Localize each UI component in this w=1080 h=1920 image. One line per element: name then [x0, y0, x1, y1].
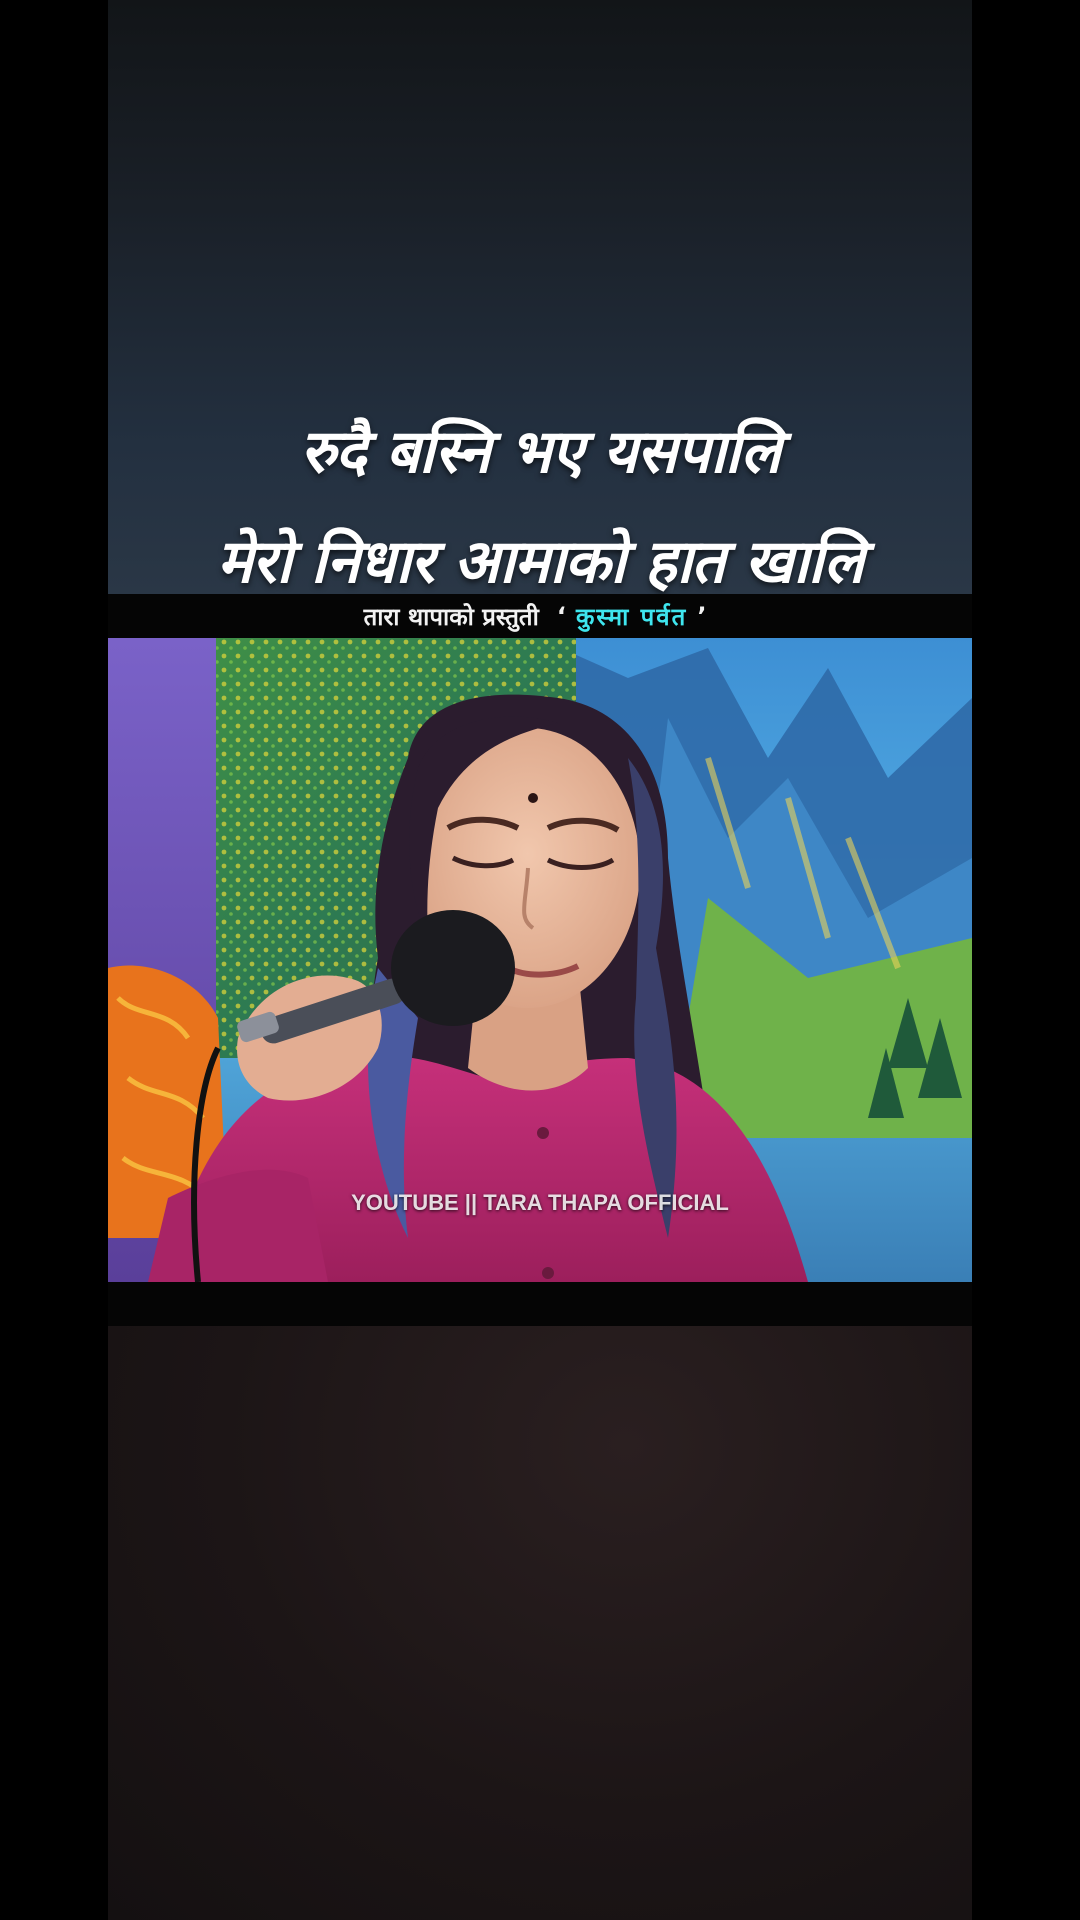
video-frame-image: [108, 638, 972, 1282]
lyrics-panel: रुदै बस्नि भए यसपालि मेरो निधार आमाको हा…: [108, 0, 972, 597]
short-video-frame[interactable]: रुदै बस्नि भए यसपालि मेरो निधार आमाको हा…: [108, 0, 972, 1920]
close-quote: ʼ: [697, 602, 707, 630]
presenter-caption: तारा थापाको प्रस्तुती ʻ कुस्मा पर्वत ʼ: [108, 594, 972, 638]
bottom-blank-panel: [108, 1326, 972, 1920]
artist-name: कुस्मा पर्वत: [575, 602, 688, 631]
lyric-line-2: मेरो निधार आमाको हात खालि: [216, 527, 864, 597]
video-player[interactable]: YOUTUBE || TARA THAPA OFFICIAL: [108, 638, 972, 1282]
channel-watermark: YOUTUBE || TARA THAPA OFFICIAL: [351, 1190, 729, 1215]
open-quote: ʻ: [556, 602, 566, 630]
black-separator: [108, 1282, 972, 1326]
presenter-text: तारा थापाको प्रस्तुती: [363, 602, 539, 631]
lyric-line-1: रुदै बस्नि भए यसपालि: [300, 417, 781, 487]
